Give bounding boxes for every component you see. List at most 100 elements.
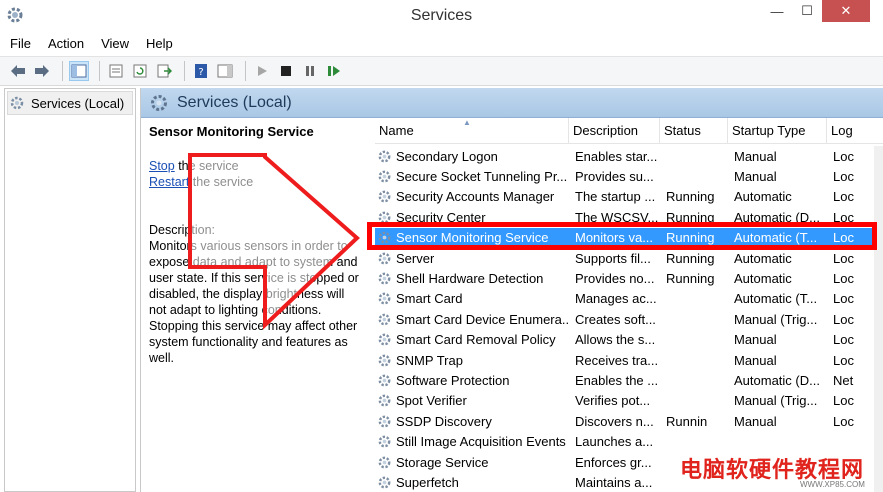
list-header: Name Description Status Startup Type Log (375, 118, 883, 144)
table-row[interactable]: Smart Card Manages ac... Automatic (T... Lo… (375, 289, 883, 309)
service-gear-icon (378, 354, 391, 366)
service-description-cell: Provides su... (575, 169, 654, 185)
service-name-cell: Secure Socket Tunneling Pr... (375, 169, 569, 184)
show-action-pane-button[interactable] (215, 61, 235, 81)
restart-icon (328, 66, 340, 76)
service-name: Security Accounts Manager (396, 189, 555, 205)
table-row[interactable]: Security Accounts Manager The startup ...… (375, 187, 883, 207)
service-startup-cell: Manual (734, 352, 777, 368)
service-name-cell: Spot Verifier (375, 393, 569, 408)
show-hide-tree-button[interactable] (69, 61, 89, 81)
console-tree: Services (Local) (4, 88, 136, 492)
menu-action[interactable]: Action (48, 36, 84, 51)
stop-line: Stop the service (149, 158, 364, 174)
vertical-scrollbar[interactable] (874, 146, 883, 492)
service-gear-icon (378, 191, 391, 203)
service-name-cell: Smart Card Device Enumera... (375, 312, 569, 327)
service-gear-icon (378, 150, 391, 163)
service-name: Shell Hardware Detection (396, 271, 544, 287)
service-name: Smart Card Removal Policy (396, 332, 556, 348)
restart-service-link[interactable]: Restart (149, 175, 189, 189)
service-gear-icon (378, 333, 391, 346)
service-description-cell: Supports fil... (575, 250, 651, 266)
service-name-cell: Smart Card Removal Policy (375, 332, 569, 347)
sort-ascending-icon: ▲ (463, 118, 471, 127)
stop-service-link[interactable]: Stop (149, 159, 175, 173)
service-status-cell: Running (666, 271, 715, 287)
back-button[interactable] (8, 61, 28, 81)
service-gear-icon (378, 170, 391, 183)
table-row[interactable]: SSDP Discovery Discovers n... Runnin Manual… (375, 411, 883, 431)
service-startup-cell: Manual (734, 169, 777, 185)
panel-header-title: Services (Local) (177, 93, 292, 111)
play-icon (258, 66, 267, 76)
menu-view[interactable]: View (101, 36, 129, 51)
service-startup-cell: Automatic (734, 271, 792, 287)
menu-help[interactable]: Help (146, 36, 173, 51)
table-row[interactable]: Shell Hardware Detection Provides no... Ru… (375, 268, 883, 288)
table-row[interactable]: Still Image Acquisition Events Launches a… (375, 431, 883, 451)
service-startup-cell: Manual (734, 148, 777, 164)
forward-button[interactable] (32, 61, 52, 81)
watermark-url: WWW.XP85.COM (800, 480, 865, 489)
service-gear-icon (378, 293, 391, 305)
service-description-cell: Enables the ... (575, 372, 659, 388)
table-row[interactable]: Smart Card Device Enumera... Creates soft… (375, 309, 883, 329)
column-header-status[interactable]: Status (660, 118, 728, 143)
console-tree-icon (71, 64, 87, 78)
service-name: Server (396, 250, 435, 266)
action-pane-icon (217, 64, 233, 78)
service-rows: Secondary Logon Enables star... Manual Loc S… (375, 146, 883, 492)
back-arrow-icon (11, 65, 25, 77)
toolbar-separator (184, 61, 185, 81)
table-row[interactable]: SNMP Trap Receives tra... Manual Loc (375, 350, 883, 370)
tree-item-services-local[interactable]: Services (Local) (7, 91, 133, 115)
table-row[interactable]: Server Supports fil... Running Automatic Loc (375, 248, 883, 268)
table-row[interactable]: Secondary Logon Enables star... Manual Loc (375, 146, 883, 166)
service-gear-icon (378, 272, 391, 285)
export-icon (157, 64, 172, 78)
column-header-log-on-as[interactable]: Log (827, 118, 883, 143)
minimize-button[interactable]: — (762, 0, 792, 22)
help-button[interactable]: ? (191, 61, 211, 81)
service-description-cell: Allows the s... (575, 332, 656, 348)
restart-suffix: the service (189, 175, 254, 189)
service-gear-icon (378, 313, 391, 326)
table-row[interactable]: Spot Verifier Verifies pot... Manual (Trig… (375, 391, 883, 411)
forward-arrow-icon (35, 65, 49, 77)
stop-service-button[interactable] (276, 61, 296, 81)
service-name: Smart Card (396, 291, 463, 307)
start-service-button[interactable] (252, 61, 272, 81)
service-name: SSDP Discovery (396, 413, 492, 429)
pause-service-button[interactable] (300, 61, 320, 81)
service-description-cell: Verifies pot... (575, 393, 651, 409)
restart-line: Restart the service (149, 174, 364, 190)
restart-service-button[interactable] (324, 61, 344, 81)
service-name-cell: Server (375, 251, 569, 266)
service-name-cell: Secondary Logon (375, 149, 569, 164)
service-name: Superfetch (396, 474, 459, 490)
service-startup-cell: Manual (734, 413, 777, 429)
table-row[interactable]: Secure Socket Tunneling Pr... Provides su… (375, 166, 883, 186)
service-description-cell: Launches a... (575, 434, 654, 450)
table-row[interactable]: Software Protection Enables the ... Automa… (375, 370, 883, 390)
column-header-description[interactable]: Description (569, 118, 660, 143)
column-header-startup-type[interactable]: Startup Type (728, 118, 827, 143)
services-list: Name Description Status Startup Type Log… (375, 118, 883, 492)
service-startup-cell: Automatic (T... (734, 291, 818, 307)
maximize-button[interactable]: ☐ (792, 0, 822, 22)
service-name-cell: SNMP Trap (375, 353, 569, 368)
refresh-button[interactable] (130, 61, 150, 81)
service-status-cell: Running (666, 250, 715, 266)
export-list-button[interactable] (154, 61, 174, 81)
column-header-name[interactable]: Name (375, 118, 569, 143)
service-description-cell: Discovers n... (575, 413, 654, 429)
table-row[interactable]: Smart Card Removal Policy Allows the s...… (375, 330, 883, 350)
menu-file[interactable]: File (10, 36, 31, 51)
service-description-cell: Manages ac... (575, 291, 657, 307)
panel-header: Services (Local) (141, 88, 883, 118)
properties-button[interactable] (106, 61, 126, 81)
close-button[interactable]: ✕ (822, 0, 870, 22)
service-name: Storage Service (396, 454, 489, 470)
service-name-cell: Still Image Acquisition Events (375, 434, 569, 449)
